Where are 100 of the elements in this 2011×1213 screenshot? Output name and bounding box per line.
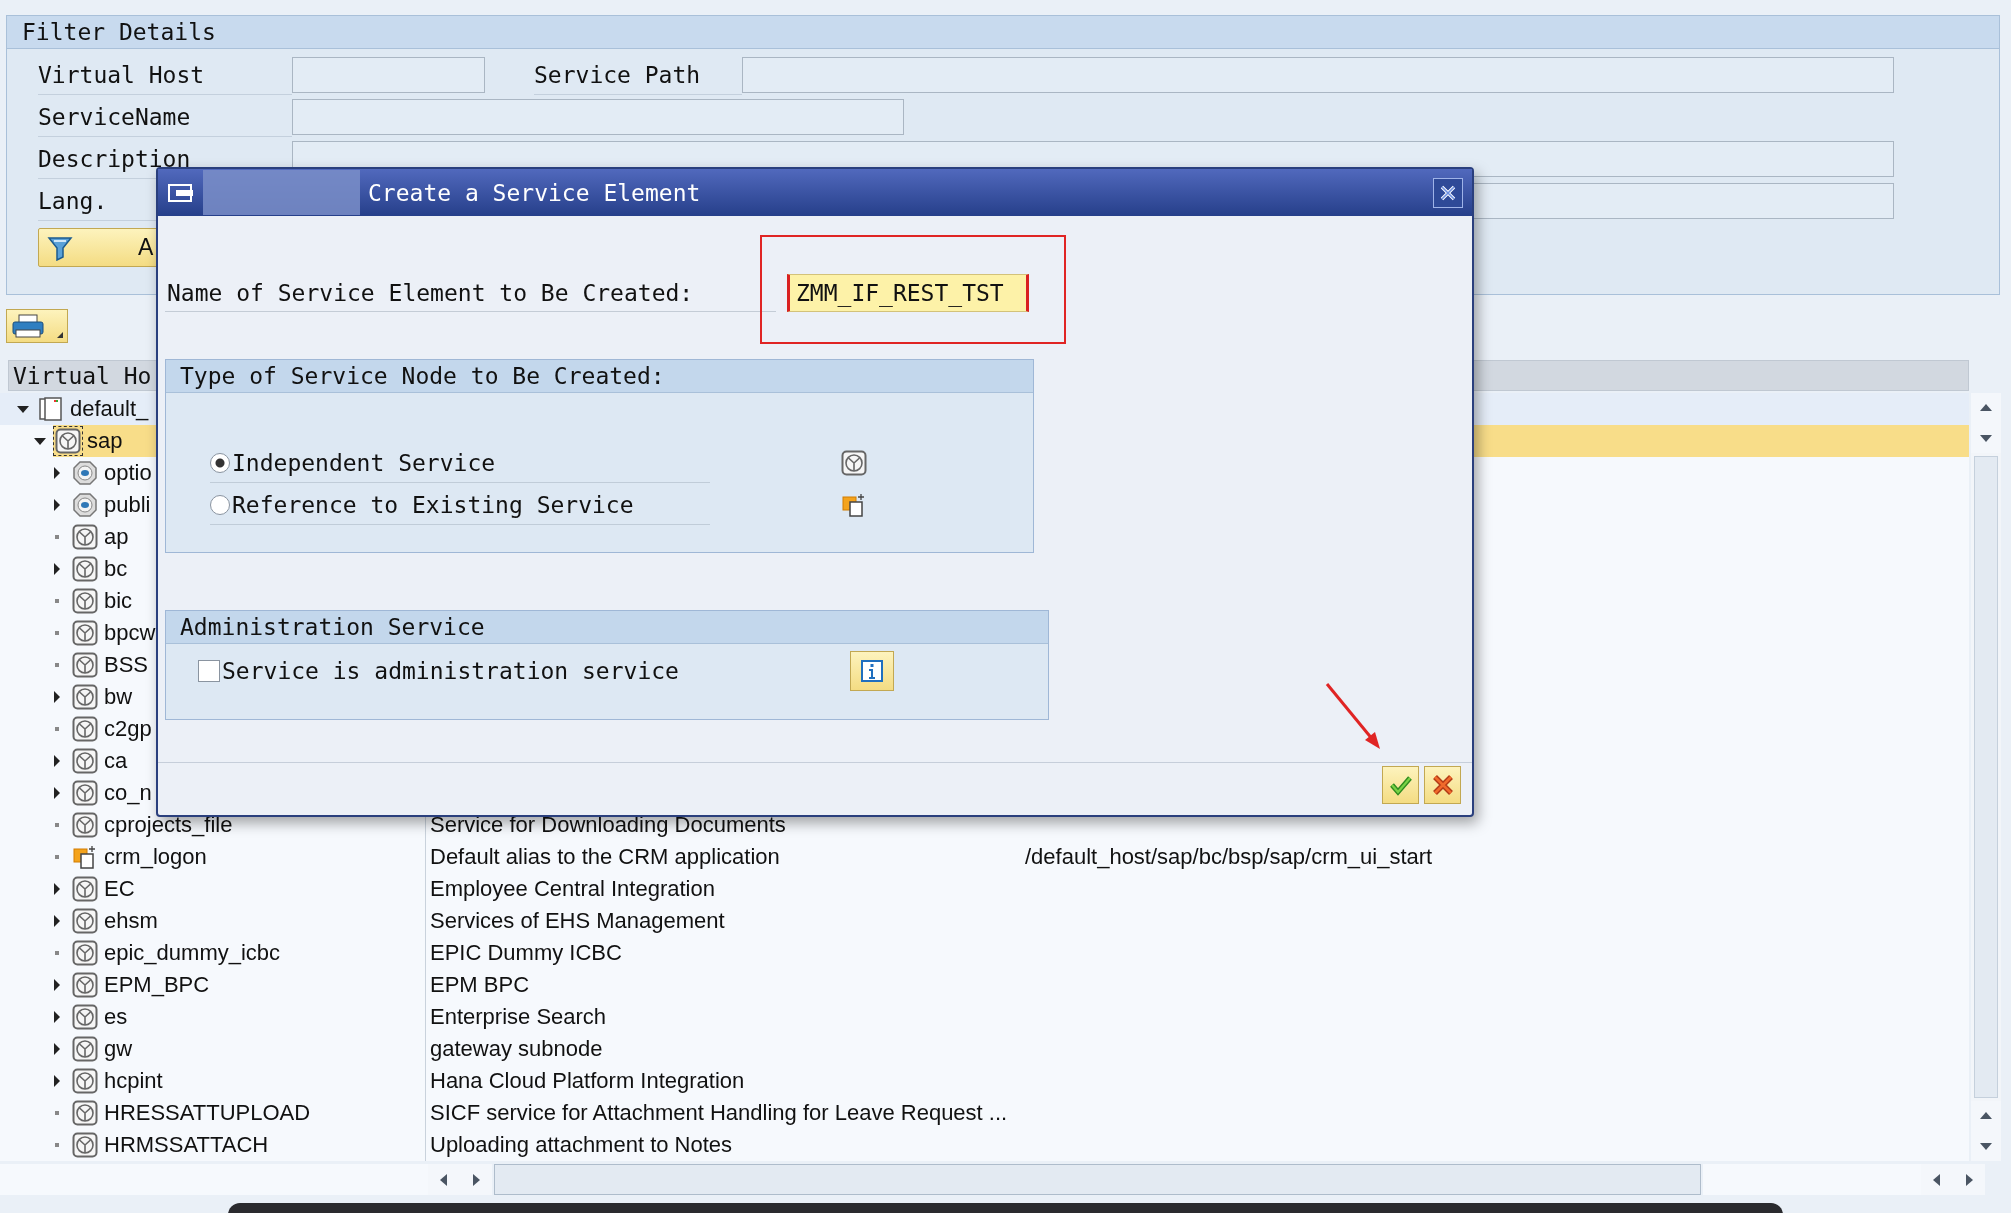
field-label: Name of Service Element to Be Created: bbox=[165, 274, 776, 312]
tree-node-label[interactable]: HRMSSATTACH bbox=[104, 1132, 269, 1158]
cube-icon bbox=[72, 652, 98, 678]
print-button[interactable] bbox=[6, 309, 68, 343]
table-cell: Uploading attachment to Notes bbox=[430, 1132, 733, 1157]
scroll-thumb[interactable] bbox=[1974, 456, 1998, 1098]
tree-node-label[interactable]: ehsm bbox=[104, 908, 158, 934]
cube-icon bbox=[72, 1068, 98, 1094]
tree-node-label[interactable]: gw bbox=[104, 1036, 133, 1062]
table-row[interactable]: epic_dummy_icbc EPIC Dummy ICBC bbox=[70, 937, 1969, 969]
tree-node-label[interactable]: crm_logon bbox=[104, 844, 207, 870]
checkbox[interactable] bbox=[198, 660, 220, 682]
cube-icon bbox=[72, 748, 98, 774]
radio-button[interactable] bbox=[210, 452, 230, 473]
scroll-thumb[interactable] bbox=[494, 1164, 1701, 1195]
table-cell: EPM BPC bbox=[430, 972, 530, 997]
confirm-button[interactable] bbox=[1382, 766, 1419, 804]
option-label[interactable]: Reference to Existing Service bbox=[232, 491, 634, 518]
table-cell: Employee Central Integration bbox=[430, 876, 715, 901]
octagon-icon bbox=[72, 460, 98, 486]
table-cell: Enterprise Search bbox=[430, 1004, 607, 1029]
cube-icon bbox=[72, 812, 98, 838]
input-field[interactable] bbox=[292, 57, 485, 93]
scroll-right-button[interactable] bbox=[1953, 1164, 1985, 1195]
cancel-button[interactable] bbox=[1424, 766, 1461, 804]
table-row[interactable]: HRESSATTUPLOAD SICF service for Attachment Handling for Leave Request ... bbox=[70, 1097, 1969, 1129]
group-title: Type of Service Node to Be Created: bbox=[166, 360, 1033, 393]
tree-node-label[interactable]: HRESSATTUPLOAD bbox=[104, 1100, 311, 1126]
table-cell: SICF service for Attachment Handling for Leave Request ... bbox=[430, 1100, 1008, 1125]
table-cell: gateway subnode bbox=[430, 1036, 603, 1061]
tree-node-label[interactable]: c2gp bbox=[104, 716, 152, 742]
info-button[interactable] bbox=[850, 651, 894, 691]
cube-icon bbox=[72, 684, 98, 710]
column-header[interactable]: Virtual Ho bbox=[9, 362, 152, 389]
table-cell: Hana Cloud Platform Integration bbox=[430, 1068, 745, 1093]
tree-node-label[interactable]: default_ bbox=[70, 396, 149, 422]
cube-icon bbox=[72, 1004, 98, 1030]
tree-node-label[interactable]: BSS bbox=[104, 652, 149, 678]
table-row[interactable]: hcpint Hana Cloud Platform Integration bbox=[70, 1065, 1969, 1097]
tree-node-label[interactable]: hcpint bbox=[104, 1068, 163, 1094]
dropdown-corner-icon bbox=[56, 331, 64, 339]
scroll-right-button[interactable] bbox=[460, 1164, 492, 1195]
table-row[interactable]: es Enterprise Search bbox=[70, 1001, 1969, 1033]
cube-icon bbox=[841, 450, 867, 476]
cube-icon bbox=[72, 556, 98, 582]
cube-icon bbox=[72, 524, 98, 550]
tree-node-label[interactable]: ca bbox=[104, 748, 128, 774]
tree-node-label[interactable]: optio bbox=[104, 460, 152, 486]
table-cell: EPIC Dummy ICBC bbox=[430, 940, 622, 965]
cube-icon bbox=[72, 940, 98, 966]
cube-icon bbox=[72, 908, 98, 934]
close-button[interactable] bbox=[1433, 177, 1463, 208]
tree-node-label[interactable]: publi bbox=[104, 492, 151, 518]
cube-icon bbox=[72, 620, 98, 646]
cube-icon bbox=[72, 1132, 98, 1158]
tree-node-label[interactable]: EPM_BPC bbox=[104, 972, 210, 998]
printer-icon bbox=[11, 313, 45, 339]
table-row[interactable]: HRMSSATTACH Uploading attachment to Notes bbox=[70, 1129, 1969, 1161]
tree-node-label[interactable]: bic bbox=[104, 588, 133, 614]
tree-node-label[interactable]: epic_dummy_icbc bbox=[104, 940, 281, 966]
cube-icon bbox=[72, 1036, 98, 1062]
cube-icon bbox=[72, 972, 98, 998]
cube-icon bbox=[55, 428, 81, 454]
stacked-squares-icon bbox=[841, 492, 867, 518]
document-stack-icon bbox=[38, 396, 64, 422]
tree-node-label[interactable]: sap bbox=[87, 428, 123, 454]
cube-icon bbox=[72, 780, 98, 806]
input-field[interactable] bbox=[292, 99, 904, 135]
tree-node-label[interactable]: co_n bbox=[104, 780, 152, 806]
tree-node-label[interactable]: bw bbox=[104, 684, 133, 710]
table-row[interactable]: crm_logon Default alias to the CRM application /default_host/sap/bc/bsp/sap/crm_ui_start bbox=[70, 841, 1969, 873]
cube-icon bbox=[72, 876, 98, 902]
stacked-squares-icon bbox=[72, 844, 98, 870]
radio-button[interactable] bbox=[210, 494, 230, 515]
close-icon bbox=[1439, 183, 1457, 202]
tree-node-label[interactable]: EC bbox=[104, 876, 135, 902]
tree-node-label[interactable]: ap bbox=[104, 524, 129, 550]
table-row[interactable]: ehsm Services of EHS Management bbox=[70, 905, 1969, 937]
table-cell: /default_host/sap/bc/bsp/sap/crm_ui_start bbox=[1025, 844, 1433, 869]
option-label[interactable]: Independent Service bbox=[232, 449, 496, 476]
filter-icon bbox=[47, 234, 73, 261]
tree-node-label[interactable]: bpcw bbox=[104, 620, 156, 646]
octagon-icon bbox=[72, 492, 98, 518]
window-icon bbox=[167, 181, 195, 204]
cube-icon bbox=[72, 1100, 98, 1126]
input-field[interactable]: ZMM_IF_REST_TST bbox=[787, 274, 1029, 312]
cancel-icon bbox=[1430, 773, 1455, 797]
table-cell: Service for Downloading Documents bbox=[430, 812, 786, 837]
group-title: Administration Service bbox=[166, 611, 1048, 644]
tree-node-label[interactable]: es bbox=[104, 1004, 128, 1030]
input-field[interactable] bbox=[742, 57, 1894, 93]
tree-node-label[interactable]: bc bbox=[104, 556, 128, 582]
table-row[interactable]: EPM_BPC EPM BPC bbox=[70, 969, 1969, 1001]
tree-node-label[interactable]: cprojects_file bbox=[104, 812, 233, 838]
table-row[interactable]: EC Employee Central Integration bbox=[70, 873, 1969, 905]
checkbox-label[interactable]: Service is administration service bbox=[222, 658, 842, 684]
cube-icon bbox=[72, 716, 98, 742]
panel-title: Filter Details bbox=[7, 16, 1999, 49]
table-row[interactable]: gw gateway subnode bbox=[70, 1033, 1969, 1065]
annotation-arrow bbox=[1325, 683, 1380, 749]
